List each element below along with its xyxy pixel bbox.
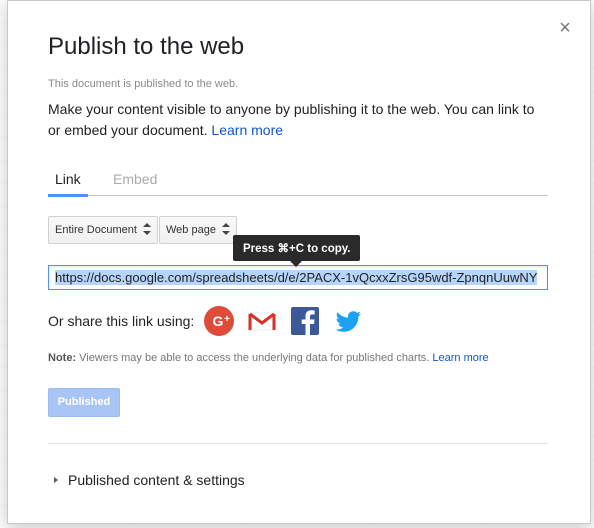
svg-text:G: G xyxy=(213,313,224,329)
published-url-field[interactable]: https://docs.google.com/spreadsheets/d/e… xyxy=(48,265,548,290)
note-learn-more-link[interactable]: Learn more xyxy=(432,352,488,364)
note-text: Viewers may be able to access the underl… xyxy=(76,352,433,364)
dialog-title: Publish to the web xyxy=(48,33,245,60)
published-settings-toggle[interactable]: Published content & settings xyxy=(54,472,245,488)
share-row: Or share this link using: G + xyxy=(48,305,375,337)
tab-link[interactable]: Link xyxy=(48,171,88,197)
svg-text:+: + xyxy=(224,314,230,325)
close-icon[interactable]: × xyxy=(556,18,574,38)
publish-dialog: × Publish to the web This document is pu… xyxy=(7,0,591,524)
scope-dropdown[interactable]: Entire Document xyxy=(48,216,158,244)
tab-embed[interactable]: Embed xyxy=(112,171,158,196)
divider xyxy=(48,443,548,444)
facebook-icon[interactable] xyxy=(289,305,321,337)
charts-data-note: Note: Viewers may be able to access the … xyxy=(48,352,489,364)
description-text: Make your content visible to anyone by p… xyxy=(48,101,535,138)
share-label: Or share this link using: xyxy=(48,313,195,329)
updown-arrows-icon xyxy=(221,223,230,236)
updown-arrows-icon xyxy=(142,223,151,236)
dialog-description: Make your content visible to anyone by p… xyxy=(48,99,548,141)
google-plus-icon[interactable]: G + xyxy=(203,305,235,337)
published-status-text: This document is published to the web. xyxy=(48,78,239,90)
publish-tabs: Link Embed xyxy=(48,169,548,197)
format-dropdown[interactable]: Web page xyxy=(159,216,237,244)
note-prefix: Note: xyxy=(48,352,77,364)
learn-more-link[interactable]: Learn more xyxy=(211,122,283,138)
format-dropdown-value: Web page xyxy=(166,224,216,236)
published-url-text: https://docs.google.com/spreadsheets/d/e… xyxy=(55,270,538,285)
scope-dropdown-value: Entire Document xyxy=(55,224,137,236)
copy-tooltip: Press ⌘+C to copy. xyxy=(233,235,361,267)
twitter-icon[interactable] xyxy=(332,305,364,337)
gmail-icon[interactable] xyxy=(246,305,278,337)
settings-label: Published content & settings xyxy=(68,472,245,488)
published-button[interactable]: Published xyxy=(48,388,120,417)
expand-triangle-icon xyxy=(54,477,58,483)
